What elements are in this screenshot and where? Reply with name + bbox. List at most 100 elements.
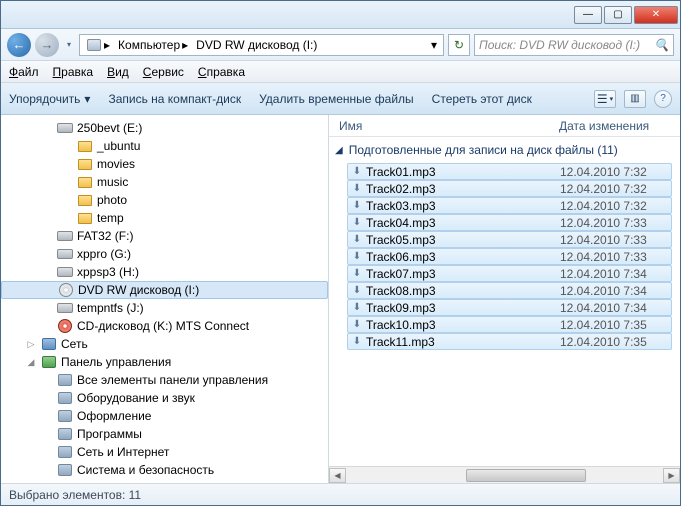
tree-item[interactable]: tempntfs (J:) bbox=[1, 299, 328, 317]
search-icon: 🔍 bbox=[654, 38, 669, 52]
burn-button[interactable]: Запись на компакт-диск bbox=[108, 92, 241, 106]
file-pane: Имя Дата изменения ◢ Подготовленные для … bbox=[329, 115, 680, 483]
file-row[interactable]: ⬇Track04.mp312.04.2010 7:33 bbox=[347, 214, 672, 231]
breadcrumb-drive[interactable]: DVD RW дисковод (I:) bbox=[192, 38, 321, 52]
status-bar: Выбрано элементов: 11 bbox=[1, 483, 680, 505]
group-collapse-icon: ◢ bbox=[335, 145, 343, 156]
tree-item[interactable]: FAT32 (F:) bbox=[1, 227, 328, 245]
tree-item[interactable]: xppro (G:) bbox=[1, 245, 328, 263]
menu-edit[interactable]: Правка bbox=[53, 65, 94, 79]
breadcrumb-root[interactable]: ▸ bbox=[82, 37, 114, 53]
maximize-button[interactable]: ▢ bbox=[604, 6, 632, 24]
tree-item-icon bbox=[57, 426, 73, 442]
file-name: Track10.mp3 bbox=[366, 318, 560, 332]
column-date[interactable]: Дата изменения bbox=[559, 119, 669, 133]
scroll-thumb[interactable] bbox=[466, 469, 586, 482]
scroll-right-button[interactable]: ▶ bbox=[663, 468, 680, 483]
tree-item-icon bbox=[41, 336, 57, 352]
tree-item-label: xppsp3 (H:) bbox=[77, 265, 139, 279]
tree-item-icon bbox=[77, 156, 93, 172]
file-icon: ⬇ bbox=[348, 251, 366, 262]
address-dropdown[interactable]: ▾ bbox=[427, 38, 441, 52]
tree-item-label: temp bbox=[97, 211, 124, 225]
tree-item-label: CD-дисковод (K:) MTS Connect bbox=[77, 319, 249, 333]
file-row[interactable]: ⬇Track06.mp312.04.2010 7:33 bbox=[347, 248, 672, 265]
file-row[interactable]: ⬇Track01.mp312.04.2010 7:32 bbox=[347, 163, 672, 180]
breadcrumb-computer[interactable]: Компьютер ▸ bbox=[114, 38, 192, 52]
address-bar[interactable]: ▸ Компьютер ▸ DVD RW дисковод (I:) ▾ bbox=[79, 34, 444, 56]
horizontal-scrollbar[interactable]: ◀ ▶ bbox=[329, 466, 680, 483]
file-row[interactable]: ⬇Track09.mp312.04.2010 7:34 bbox=[347, 299, 672, 316]
tree-item-label: movies bbox=[97, 157, 135, 171]
forward-button[interactable]: → bbox=[35, 33, 59, 57]
tree-item-label: xppro (G:) bbox=[77, 247, 131, 261]
erase-disc-button[interactable]: Стереть этот диск bbox=[432, 92, 532, 106]
tree-item-label: Все элементы панели управления bbox=[77, 373, 268, 387]
menu-file[interactable]: Файл bbox=[9, 65, 39, 79]
file-date: 12.04.2010 7:33 bbox=[560, 233, 647, 247]
tree-item[interactable]: ◢ Панель управления bbox=[1, 353, 328, 371]
minimize-button[interactable]: — bbox=[574, 6, 602, 24]
file-name: Track02.mp3 bbox=[366, 182, 560, 196]
organize-button[interactable]: Упорядочить ▾ bbox=[9, 92, 90, 106]
search-input[interactable]: Поиск: DVD RW дисковод (I:) 🔍 bbox=[474, 34, 674, 56]
tree-item[interactable]: DVD RW дисковод (I:) bbox=[1, 281, 328, 299]
explorer-window: — ▢ ✕ ← → ▾ ▸ Компьютер ▸ DVD RW дисково… bbox=[0, 0, 681, 506]
tree-item[interactable]: _ubuntu bbox=[1, 137, 328, 155]
tree-item[interactable]: photo bbox=[1, 191, 328, 209]
expand-icon[interactable]: ◢ bbox=[25, 357, 37, 368]
file-row[interactable]: ⬇Track02.mp312.04.2010 7:32 bbox=[347, 180, 672, 197]
group-header[interactable]: ◢ Подготовленные для записи на диск файл… bbox=[329, 137, 680, 163]
tree-item[interactable]: 250bevt (E:) bbox=[1, 119, 328, 137]
preview-pane-button[interactable]: ▥ bbox=[624, 90, 646, 108]
nav-history-dropdown[interactable]: ▾ bbox=[63, 33, 75, 57]
close-button[interactable]: ✕ bbox=[634, 6, 678, 24]
file-date: 12.04.2010 7:32 bbox=[560, 199, 647, 213]
tree-item-icon bbox=[77, 174, 93, 190]
tree-item-icon bbox=[57, 408, 73, 424]
help-button[interactable]: ? bbox=[654, 90, 672, 108]
tree-item[interactable]: temp bbox=[1, 209, 328, 227]
tree-item-icon bbox=[57, 318, 73, 334]
menu-tools[interactable]: Сервис bbox=[143, 65, 184, 79]
tree-item[interactable]: Все элементы панели управления bbox=[1, 371, 328, 389]
file-date: 12.04.2010 7:34 bbox=[560, 267, 647, 281]
tree-item[interactable]: ▷ Сеть bbox=[1, 335, 328, 353]
tree-item[interactable]: movies bbox=[1, 155, 328, 173]
tree-item-icon bbox=[57, 264, 73, 280]
file-row[interactable]: ⬇Track03.mp312.04.2010 7:32 bbox=[347, 197, 672, 214]
tree-item-icon bbox=[77, 210, 93, 226]
file-row[interactable]: ⬇Track11.mp312.04.2010 7:35 bbox=[347, 333, 672, 350]
tree-item[interactable]: Система и безопасность bbox=[1, 461, 328, 479]
menu-help[interactable]: Справка bbox=[198, 65, 245, 79]
expand-icon[interactable]: ▷ bbox=[25, 339, 37, 350]
back-button[interactable]: ← bbox=[7, 33, 31, 57]
refresh-button[interactable]: ↻ bbox=[448, 34, 470, 56]
navigation-bar: ← → ▾ ▸ Компьютер ▸ DVD RW дисковод (I:)… bbox=[1, 29, 680, 61]
file-list[interactable]: ⬇Track01.mp312.04.2010 7:32⬇Track02.mp31… bbox=[329, 163, 680, 466]
file-row[interactable]: ⬇Track08.mp312.04.2010 7:34 bbox=[347, 282, 672, 299]
tree-item-label: Сеть bbox=[61, 337, 88, 351]
view-mode-button[interactable]: ☰▾ bbox=[594, 90, 616, 108]
menu-view[interactable]: Вид bbox=[107, 65, 129, 79]
tree-item[interactable]: Сеть и Интернет bbox=[1, 443, 328, 461]
file-name: Track01.mp3 bbox=[366, 165, 560, 179]
tree-item[interactable]: music bbox=[1, 173, 328, 191]
tree-item-label: Панель управления bbox=[61, 355, 171, 369]
navigation-tree[interactable]: 250bevt (E:)_ubuntumovies musicphoto temp F… bbox=[1, 115, 329, 483]
file-name: Track11.mp3 bbox=[366, 335, 560, 349]
file-date: 12.04.2010 7:35 bbox=[560, 335, 647, 349]
column-name[interactable]: Имя bbox=[329, 119, 559, 133]
file-row[interactable]: ⬇Track05.mp312.04.2010 7:33 bbox=[347, 231, 672, 248]
delete-temp-button[interactable]: Удалить временные файлы bbox=[259, 92, 414, 106]
tree-item[interactable]: CD-дисковод (K:) MTS Connect bbox=[1, 317, 328, 335]
file-row[interactable]: ⬇Track10.mp312.04.2010 7:35 bbox=[347, 316, 672, 333]
tree-item[interactable]: xppsp3 (H:) bbox=[1, 263, 328, 281]
tree-item[interactable]: Оборудование и звук bbox=[1, 389, 328, 407]
group-label: Подготовленные для записи на диск файлы … bbox=[349, 143, 618, 157]
file-name: Track08.mp3 bbox=[366, 284, 560, 298]
file-row[interactable]: ⬇Track07.mp312.04.2010 7:34 bbox=[347, 265, 672, 282]
scroll-left-button[interactable]: ◀ bbox=[329, 468, 346, 483]
tree-item[interactable]: Программы bbox=[1, 425, 328, 443]
tree-item[interactable]: Оформление bbox=[1, 407, 328, 425]
